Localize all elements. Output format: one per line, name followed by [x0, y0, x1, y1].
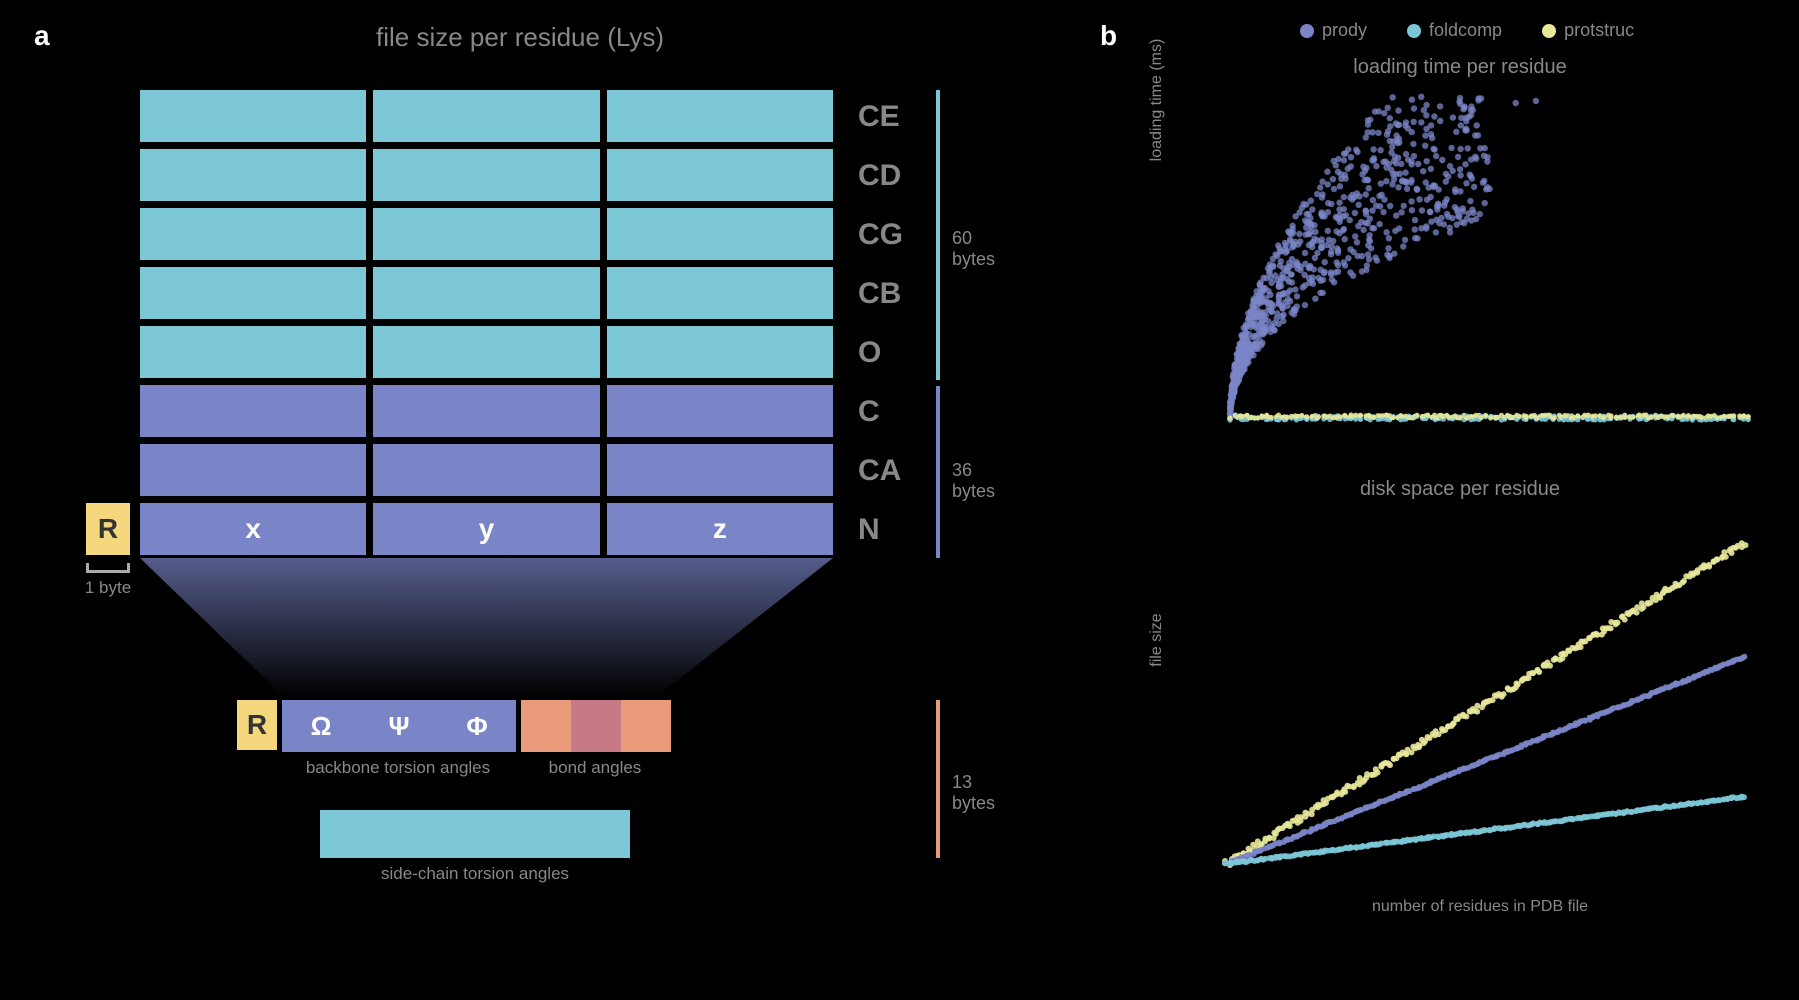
bytes-upper: 60 bytes [952, 228, 1020, 270]
cell [607, 267, 833, 319]
r-badge-comp: R [237, 700, 277, 750]
cell [140, 444, 366, 496]
cell [373, 208, 599, 260]
r-badge-main: R [86, 503, 130, 555]
sidechain-label: side-chain torsion angles [320, 864, 630, 884]
cell-y: y [373, 503, 599, 555]
cell [140, 90, 366, 142]
top-scatter-plot [1200, 90, 1760, 440]
cell [607, 444, 833, 496]
cell [373, 385, 599, 437]
cell [607, 149, 833, 201]
cell [140, 149, 366, 201]
r-bracket [86, 563, 130, 573]
bottom-y-axis: file size [1148, 540, 1166, 740]
legend-text: protstruc [1564, 20, 1634, 41]
atom-label: N [858, 513, 880, 547]
panel-label-a: a [34, 20, 50, 52]
left-diagram: R 1 byte x y z CE CD CG CB O C CA N 60 b… [80, 60, 1020, 960]
legend-dot-icon [1407, 24, 1421, 38]
atom-label: O [858, 336, 881, 370]
cell-x: x [140, 503, 366, 555]
cell [140, 208, 366, 260]
compressed-row: Ω Ψ Φ [282, 700, 671, 752]
cell [373, 326, 599, 378]
atom-label: CG [858, 218, 903, 252]
bottom-x-axis: number of residues in PDB file [1200, 898, 1760, 916]
cell [607, 90, 833, 142]
cell [373, 444, 599, 496]
cell-z: z [607, 503, 833, 555]
atom-label: C [858, 395, 880, 429]
cell [140, 267, 366, 319]
cell [140, 385, 366, 437]
brace-mid [930, 386, 940, 558]
bytes-lower: 13 bytes [952, 772, 1020, 814]
atom-coord-grid: x y z [140, 90, 840, 562]
psi-cell: Ψ [360, 700, 438, 752]
atom-label: CD [858, 159, 901, 193]
bytes-mid: 36 bytes [952, 460, 1020, 502]
bond-label: bond angles [520, 758, 670, 778]
legend-dot-icon [1300, 24, 1314, 38]
bottom-chart-title: disk space per residue [1200, 478, 1720, 501]
legend-item: prody [1300, 20, 1367, 41]
legend: prody foldcomp protstruc [1300, 20, 1634, 41]
cell [607, 385, 833, 437]
cell [140, 326, 366, 378]
left-title: file size per residue (Lys) [240, 22, 800, 53]
top-y-axis: loading time (ms) [1148, 0, 1166, 200]
bond-cell [521, 700, 571, 752]
bottom-scatter-plot [1200, 512, 1760, 882]
legend-text: foldcomp [1429, 20, 1502, 41]
zoom-triangle [140, 558, 840, 698]
legend-item: protstruc [1542, 20, 1634, 41]
cell [373, 90, 599, 142]
legend-text: prody [1322, 20, 1367, 41]
cell [607, 208, 833, 260]
sidechain-bar [320, 810, 630, 858]
top-chart-title: loading time per residue [1200, 56, 1720, 79]
omega-cell: Ω [282, 700, 360, 752]
backbone-label: backbone torsion angles [280, 758, 516, 778]
brace-lower [930, 700, 940, 858]
phi-cell: Φ [438, 700, 516, 752]
legend-dot-icon [1542, 24, 1556, 38]
brace-upper [930, 90, 940, 380]
cell [373, 267, 599, 319]
atom-label: CB [858, 277, 901, 311]
panel-label-b: b [1100, 20, 1117, 52]
atom-label: CA [858, 454, 901, 488]
bond-cell [571, 700, 621, 752]
legend-item: foldcomp [1407, 20, 1502, 41]
bond-cell [621, 700, 671, 752]
cell [607, 326, 833, 378]
cell [373, 149, 599, 201]
r-byte-label: 1 byte [78, 578, 138, 598]
atom-label: CE [858, 100, 900, 134]
